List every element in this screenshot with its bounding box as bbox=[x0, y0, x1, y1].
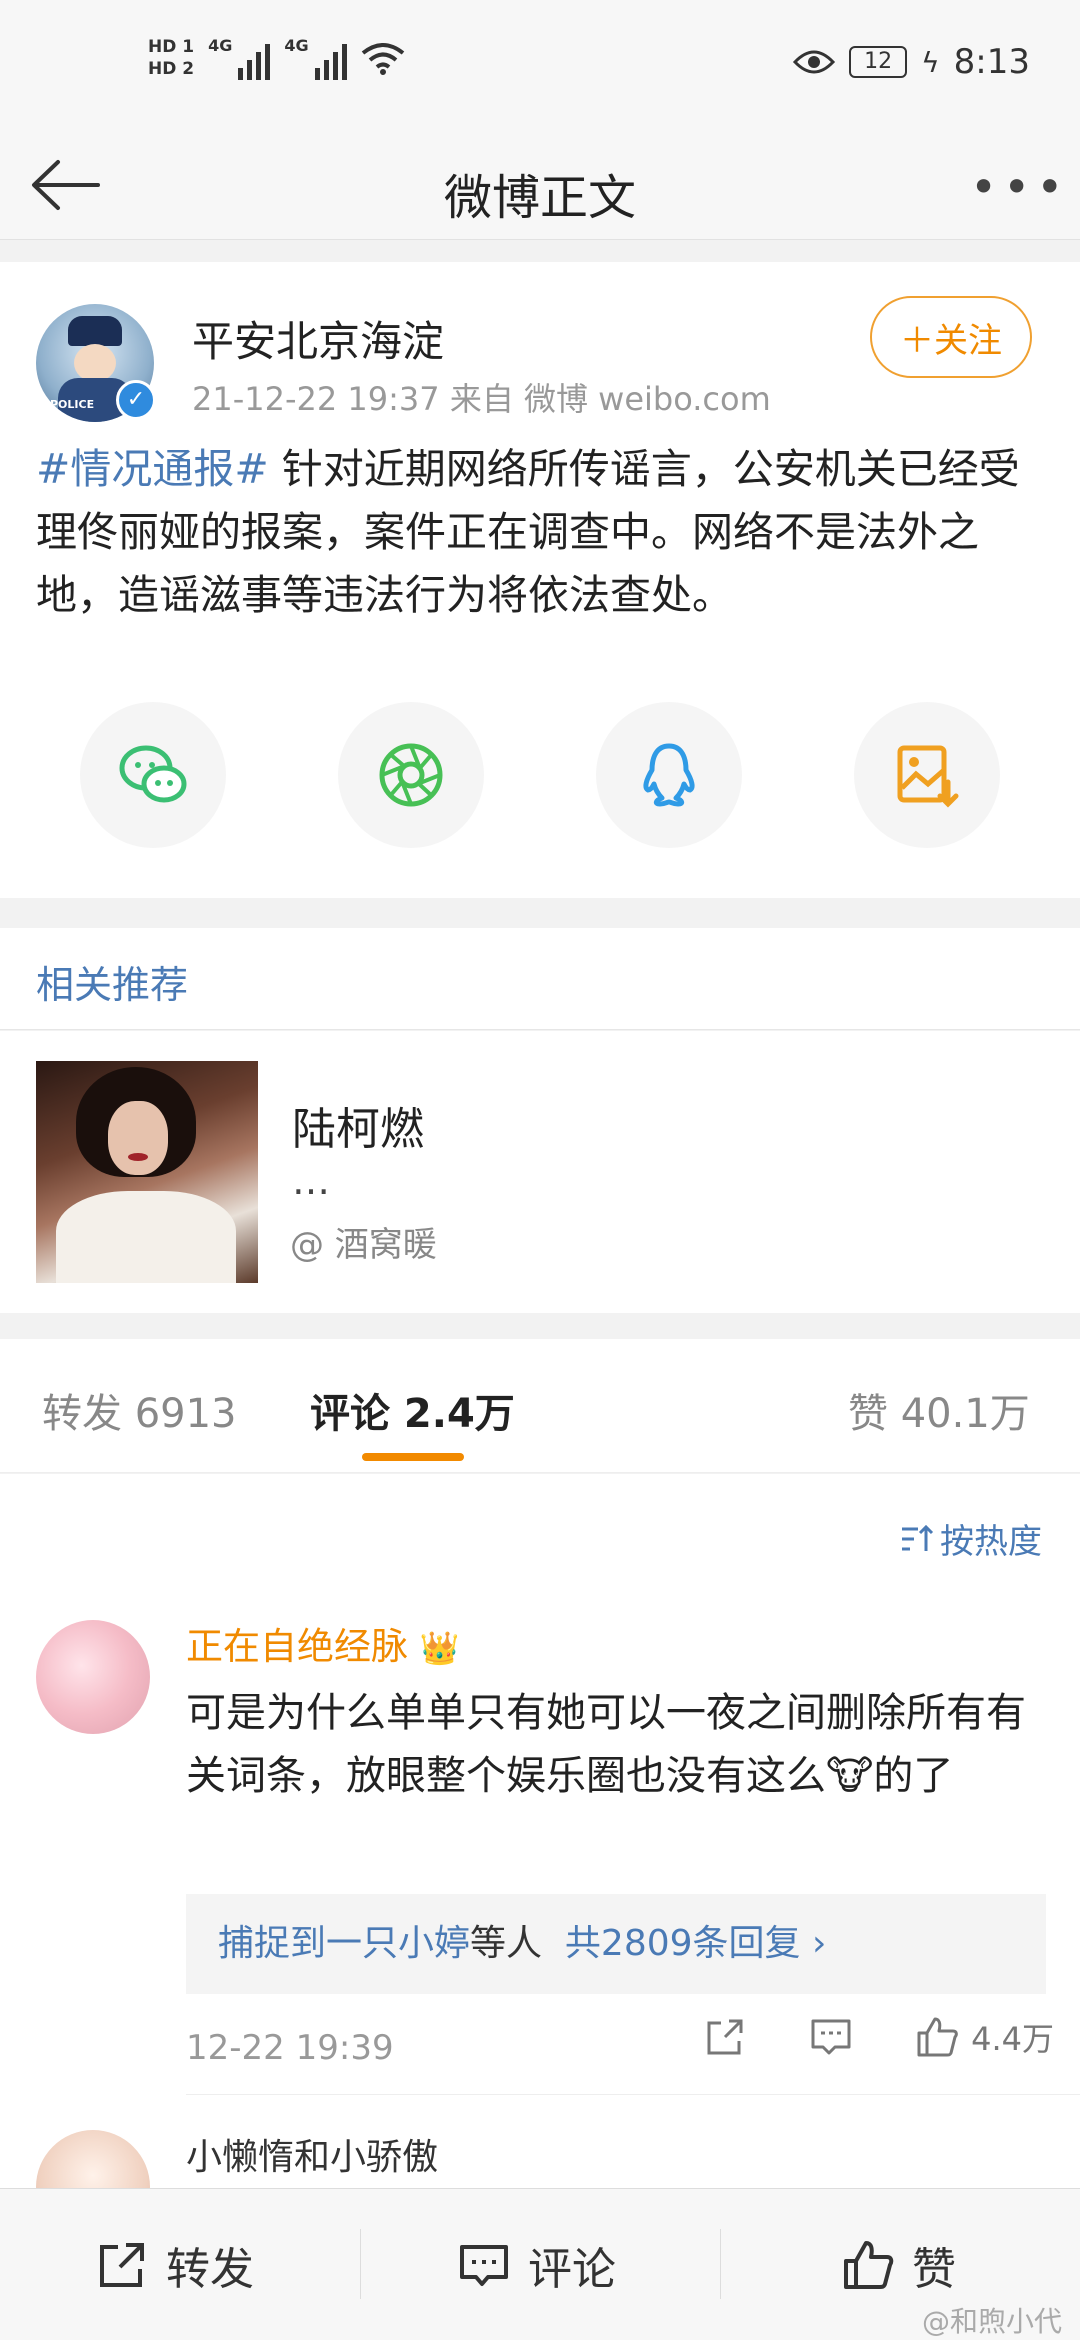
share-wechat-button[interactable] bbox=[80, 702, 226, 848]
battery-icon: 12 bbox=[849, 46, 908, 78]
separator bbox=[360, 2229, 361, 2299]
more-options-button[interactable]: ••• bbox=[970, 160, 1063, 214]
qq-icon bbox=[643, 743, 695, 807]
thumbs-up-icon bbox=[917, 2017, 958, 2057]
post-body: #情况通报# 针对近期网络所传谣言，公安机关已经受理佟丽娅的报案，案件正在调查中… bbox=[36, 438, 1046, 627]
comment-divider bbox=[186, 2094, 1080, 2095]
battery-level: 12 bbox=[864, 49, 893, 74]
watermark: @和煦小代 bbox=[921, 2305, 1062, 2338]
cow-emoji-icon: 🐮 bbox=[826, 1753, 874, 1799]
commenter-name-text: 正在自绝经脉 bbox=[186, 1625, 408, 1668]
reply-count[interactable]: 共2809条回复 › bbox=[565, 1923, 826, 1964]
share-icon bbox=[707, 2019, 743, 2055]
comment-icon bbox=[811, 2019, 851, 2055]
sim2-label: HD 2 bbox=[148, 59, 195, 79]
related-section-header: 相关推荐 bbox=[0, 928, 1080, 1030]
commenter-avatar[interactable] bbox=[36, 1620, 150, 1734]
page-title: 微博正文 bbox=[443, 170, 636, 226]
comment-share-button[interactable] bbox=[703, 2015, 747, 2059]
comment-actions: 4.4万 bbox=[641, 2014, 1054, 2060]
post-meta: 21-12-22 19:37 来自 微博 weibo.com bbox=[192, 380, 771, 418]
repost-label: 转发 bbox=[166, 2244, 254, 2295]
related-title: 相关推荐 bbox=[36, 963, 189, 1007]
reply-mid: 等人 bbox=[470, 1923, 543, 1964]
sort-by-hot-button[interactable]: 按热度 bbox=[898, 1514, 1042, 1563]
thumbs-up-icon bbox=[844, 2241, 894, 2289]
sim-indicator: HD 1 HD 2 bbox=[148, 36, 194, 80]
status-left: HD 1 HD 2 4G 4G bbox=[148, 36, 405, 80]
avatar-label: POLICE bbox=[50, 398, 95, 411]
commenter-name[interactable]: 正在自绝经脉 👑 bbox=[186, 1616, 460, 1670]
top-nav-bar: 微博正文 ••• bbox=[0, 130, 1080, 240]
hashtag-link[interactable]: #情况通报# bbox=[36, 445, 269, 493]
related-item-title: 陆柯燃 bbox=[292, 1104, 424, 1155]
signal-icon: 4G bbox=[208, 36, 271, 80]
interaction-tabs: 转发 6913 评论 2.4万 赞 40.1万 bbox=[0, 1339, 1080, 1473]
status-right: 12 ϟ 8:13 bbox=[793, 42, 1030, 82]
wechat-icon bbox=[119, 745, 187, 803]
charging-icon: ϟ bbox=[921, 45, 940, 79]
verified-badge-icon: ✓ bbox=[116, 380, 156, 420]
sort-label: 按热度 bbox=[940, 1522, 1042, 1562]
share-row bbox=[0, 702, 1080, 852]
comment-like-count: 4.4万 bbox=[971, 2020, 1054, 2058]
network2-label: 4G bbox=[284, 36, 309, 55]
related-item-desc: … bbox=[292, 1159, 330, 1203]
moments-icon bbox=[379, 743, 443, 807]
comment-button[interactable]: 评论 bbox=[458, 2189, 616, 2340]
weibo-post: POLICE ✓ 平安北京海淀 21-12-22 19:37 来自 微博 wei… bbox=[0, 262, 1080, 898]
tab-repost[interactable]: 转发 6913 bbox=[42, 1381, 237, 1439]
comment-reply-button[interactable] bbox=[809, 2015, 853, 2059]
follow-button[interactable]: ＋关注 bbox=[870, 296, 1032, 378]
commenter-name-2[interactable]: 小懒惰和小骄傲 bbox=[186, 2128, 438, 2180]
separator bbox=[720, 2229, 721, 2299]
comment-icon bbox=[460, 2245, 508, 2286]
reply-user[interactable]: 捕捉到一只小婷 bbox=[218, 1923, 470, 1964]
sort-icon bbox=[902, 1524, 934, 1551]
repost-button[interactable]: 转发 bbox=[96, 2189, 254, 2340]
comment-list: 按热度 正在自绝经脉 👑 可是为什么单单只有她可以一夜之间删除所有有关词条，放眼… bbox=[0, 1474, 1080, 2244]
comment-text-part2: 的了 bbox=[873, 1753, 954, 1799]
related-item-source: @ 酒窝暖 bbox=[290, 1225, 437, 1265]
save-image-button[interactable] bbox=[854, 702, 1000, 848]
like-label: 赞 bbox=[912, 2244, 956, 2295]
replies-preview[interactable]: 捕捉到一只小婷等人 共2809条回复 › bbox=[186, 1894, 1046, 1994]
tab-comment[interactable]: 评论 2.4万 bbox=[310, 1381, 515, 1439]
bottom-action-bar: 转发 评论 赞 bbox=[0, 2188, 1080, 2340]
crown-icon: 👑 bbox=[419, 1629, 460, 1667]
repost-icon bbox=[100, 2243, 144, 2287]
tab-like[interactable]: 赞 40.1万 bbox=[848, 1381, 1030, 1439]
clock: 8:13 bbox=[953, 42, 1030, 82]
eye-comfort-icon bbox=[793, 50, 836, 74]
comment-text: 可是为什么单单只有她可以一夜之间删除所有有关词条，放眼整个娱乐圈也没有这么🐮的了 bbox=[186, 1682, 1056, 1808]
comment-label: 评论 bbox=[528, 2244, 616, 2295]
related-item[interactable]: 陆柯燃 … @ 酒窝暖 bbox=[0, 1031, 1080, 1313]
save-image-icon bbox=[897, 745, 959, 808]
sim1-label: HD 1 bbox=[148, 37, 195, 57]
share-moments-button[interactable] bbox=[338, 702, 484, 848]
comment-like-button[interactable]: 4.4万 bbox=[915, 2014, 1054, 2060]
comment-time: 12-22 19:39 bbox=[186, 2028, 394, 2068]
status-bar: HD 1 HD 2 4G 4G 12 ϟ 8:13 bbox=[0, 0, 1080, 130]
network1-label: 4G bbox=[208, 36, 233, 55]
active-tab-indicator bbox=[362, 1453, 464, 1461]
wifi-icon bbox=[361, 43, 404, 75]
signal-icon-2: 4G bbox=[284, 36, 347, 80]
related-thumbnail bbox=[36, 1061, 258, 1283]
share-qq-button[interactable] bbox=[596, 702, 742, 848]
post-author-name[interactable]: 平安北京海淀 bbox=[192, 308, 444, 369]
